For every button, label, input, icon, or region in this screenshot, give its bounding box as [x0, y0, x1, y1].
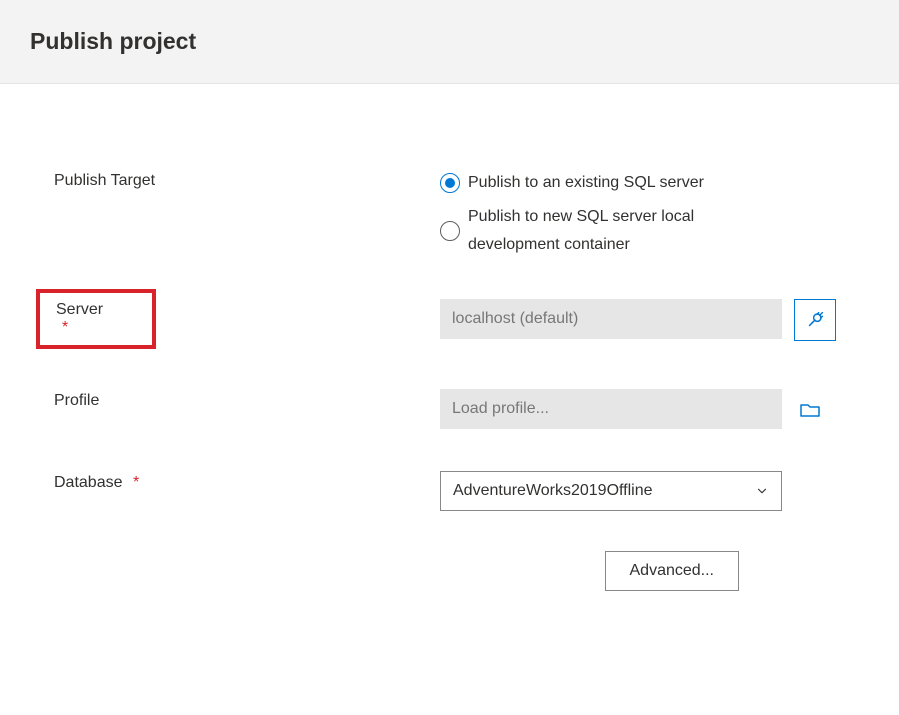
label-database: Database * [50, 471, 440, 492]
radio-option-existing-server[interactable]: Publish to an existing SQL server [440, 169, 788, 197]
radio-button-icon [440, 173, 460, 193]
radio-label: Publish to an existing SQL server [468, 169, 704, 197]
row-publish-target: Publish Target Publish to an existing SQ… [50, 169, 849, 259]
database-dropdown-value: AdventureWorks2019Offline [453, 482, 653, 500]
dialog-header: Publish project [0, 0, 899, 84]
row-server: Server * [50, 299, 849, 349]
row-database: Database * AdventureWorks2019Offline [50, 471, 849, 511]
connect-server-button[interactable] [794, 299, 836, 341]
button-row: Advanced... [50, 551, 849, 591]
profile-input[interactable] [440, 389, 782, 429]
database-dropdown[interactable]: AdventureWorks2019Offline [440, 471, 782, 511]
server-input[interactable] [440, 299, 782, 339]
label-profile: Profile [50, 389, 440, 410]
label-server: Server * [36, 289, 156, 349]
advanced-button[interactable]: Advanced... [605, 551, 740, 591]
browse-profile-button[interactable] [794, 389, 826, 431]
required-asterisk: * [133, 474, 139, 491]
publish-target-radio-group: Publish to an existing SQL server Publis… [440, 169, 788, 259]
radio-option-new-container[interactable]: Publish to new SQL server local developm… [440, 203, 788, 259]
chevron-down-icon [755, 484, 769, 498]
plug-icon [804, 309, 826, 331]
label-publish-target: Publish Target [50, 169, 440, 190]
dialog-content: Publish Target Publish to an existing SQ… [0, 84, 899, 631]
radio-button-icon [440, 221, 460, 241]
row-profile: Profile [50, 389, 849, 431]
folder-icon [798, 398, 822, 422]
dialog-title: Publish project [30, 28, 869, 55]
radio-label: Publish to new SQL server local developm… [468, 203, 788, 259]
required-asterisk: * [62, 319, 68, 336]
